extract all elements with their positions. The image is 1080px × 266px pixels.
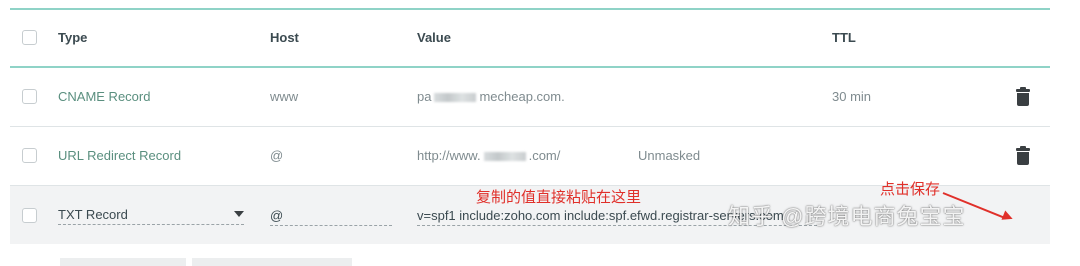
select-all-checkbox[interactable]	[22, 30, 37, 45]
click-save-annotation: 点击保存	[880, 181, 941, 198]
redacted-blur	[434, 93, 477, 103]
row-checkbox[interactable]	[22, 89, 37, 104]
chevron-down-icon	[234, 211, 244, 217]
record-type: CNAME Record	[58, 89, 151, 104]
record-type-select[interactable]: TXT Record	[58, 205, 244, 225]
row-checkbox[interactable]	[22, 148, 37, 163]
row-checkbox[interactable]	[22, 208, 37, 223]
delete-icon[interactable]	[1016, 146, 1030, 165]
record-value: http://www. .com/	[417, 148, 560, 163]
record-value-suffix: mecheap.com.	[479, 89, 565, 104]
record-type: URL Redirect Record	[58, 148, 182, 163]
paste-here-annotation: 复制的值直接粘贴在这里	[476, 189, 642, 206]
host-input[interactable]: @	[270, 206, 392, 226]
footer-button-right[interactable]	[192, 258, 352, 266]
record-ttl: 30 min	[832, 89, 872, 104]
table-top-rule	[10, 8, 1050, 10]
record-mask-status: Unmasked	[638, 148, 701, 163]
header-type: Type	[58, 30, 88, 45]
record-value: pa mecheap.com.	[417, 89, 565, 104]
row-divider	[10, 126, 1050, 127]
record-host: www	[270, 89, 299, 104]
header-host: Host	[270, 30, 299, 45]
record-value-prefix: http://www.	[417, 148, 481, 163]
redacted-blur	[483, 152, 526, 162]
footer-button-left[interactable]	[60, 258, 186, 266]
record-type-selected: TXT Record	[58, 207, 128, 222]
watermark: 知乎 @跨境电商兔宝宝	[728, 204, 966, 229]
table-header-rule	[10, 66, 1050, 68]
header-value: Value	[417, 30, 451, 45]
record-value-prefix: pa	[417, 89, 432, 104]
record-value-suffix: .com/	[528, 148, 561, 163]
delete-icon[interactable]	[1016, 87, 1030, 106]
record-host: @	[270, 148, 284, 163]
header-ttl: TTL	[832, 30, 856, 45]
